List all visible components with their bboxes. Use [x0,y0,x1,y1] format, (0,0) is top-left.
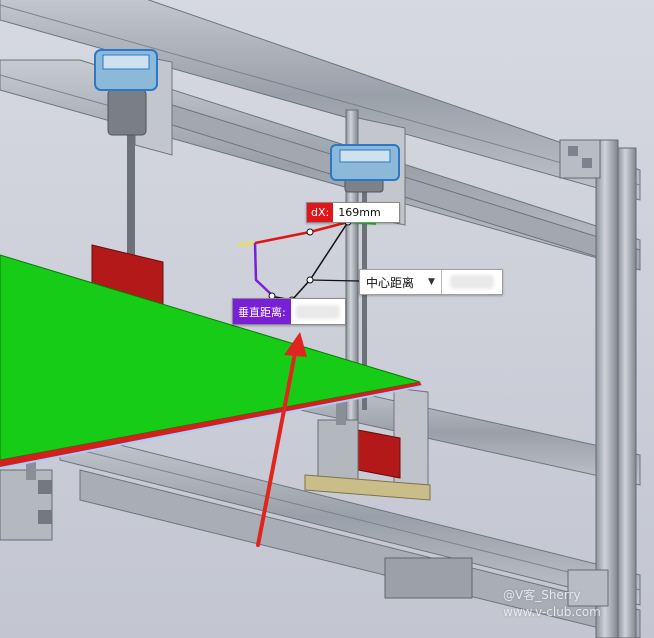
watermark: @V客_Sherry www.v-club.com [503,587,653,621]
center-distance-tag[interactable]: 中心距离 ▼ [359,269,503,295]
chevron-down-icon[interactable]: ▼ [428,277,435,287]
vertical-distance-value [290,299,345,324]
dx-measure-tag[interactable]: dX: 169mm [306,202,401,223]
dx-label: dX: [307,203,334,222]
watermark-site: www.v-club.com [503,605,601,619]
distance-type-label: 中心距离 [366,275,415,290]
vertical-distance-tag[interactable]: 垂直距离: [232,298,346,325]
center-distance-value [442,270,502,294]
watermark-author: @V客_Sherry [503,588,581,602]
distance-type-select[interactable]: 中心距离 ▼ [360,270,442,294]
dx-value[interactable]: 169mm [333,203,399,222]
vertical-distance-label: 垂直距离: [233,299,291,324]
